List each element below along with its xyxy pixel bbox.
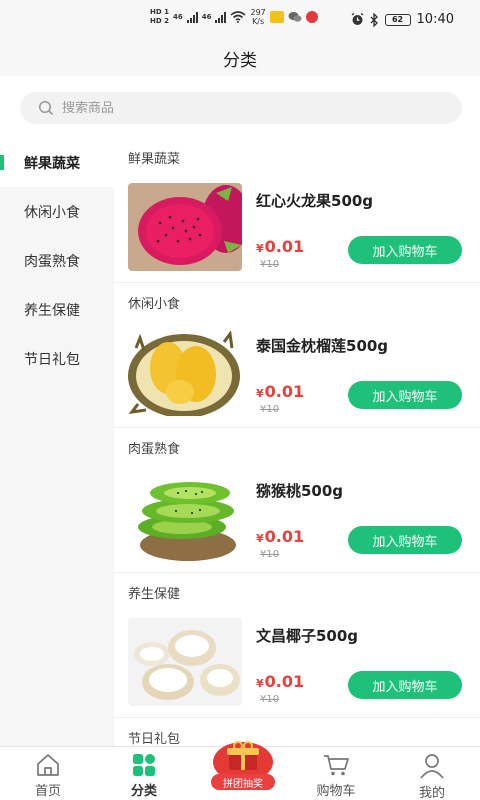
tab-label: 首页	[34, 784, 61, 799]
original-price: ¥10	[260, 549, 280, 560]
category-sidebar: 鲜果蔬菜 休闲小食 肉蛋熟食 养生保健 节日礼包	[0, 138, 114, 748]
price-value: 0.01	[264, 672, 305, 691]
speed-value: 297	[250, 8, 266, 17]
sidebar-item-meat-eggs[interactable]: 肉蛋熟食	[0, 236, 114, 285]
search-area	[0, 76, 480, 138]
hd-indicator: HD 1 HD 2	[150, 8, 169, 26]
nav-header: 分类	[0, 40, 480, 76]
original-price: ¥10	[260, 259, 280, 270]
product-card[interactable]: 猕猴桃500g ¥0.01 ¥10 加入购物车	[114, 466, 480, 573]
product-card[interactable]: 红心火龙果500g ¥0.01 ¥10 加入购物车	[114, 176, 480, 283]
sidebar-item-label: 养生保健	[24, 302, 80, 319]
tab-label: 购物车	[316, 784, 356, 799]
tab-home[interactable]: 首页	[0, 747, 96, 800]
sidebar-item-gift-packs[interactable]: 节日礼包	[0, 334, 114, 383]
product-image-dragon-fruit[interactable]	[128, 183, 242, 271]
product-price: ¥0.01	[256, 237, 304, 256]
add-to-cart-button[interactable]: 加入购物车	[348, 526, 462, 554]
app-notification-icon	[305, 11, 318, 23]
price-value: 0.01	[264, 527, 305, 546]
category-grid-icon	[133, 754, 155, 776]
add-to-cart-button[interactable]: 加入购物车	[348, 671, 462, 699]
sidebar-item-label: 休闲小食	[24, 204, 80, 221]
alarm-icon	[351, 13, 363, 25]
wifi-icon	[230, 11, 247, 23]
product-list: 鲜果蔬菜 红心火龙果500g ¥0.01 ¥10 加入购物车 休闲小食 泰国金枕…	[114, 138, 480, 748]
add-to-cart-button[interactable]: 加入购物车	[348, 381, 462, 409]
status-bar: HD 1 HD 2 46 46 297 K/s 62 10:40	[0, 0, 480, 40]
section-title: 鲜果蔬菜	[128, 151, 181, 167]
group-buy-lottery-button[interactable]: 拼团抽奖	[211, 738, 275, 792]
sidebar-item-snacks[interactable]: 休闲小食	[0, 187, 114, 236]
tab-category[interactable]: 分类	[96, 747, 192, 800]
signal-2-label: 46	[201, 13, 212, 21]
signal-icon	[186, 11, 198, 23]
search-input[interactable]	[62, 100, 422, 116]
hd1-label: HD 1	[150, 8, 169, 16]
sidebar-item-label: 肉蛋熟食	[24, 253, 80, 270]
currency-symbol: ¥	[256, 677, 264, 690]
section-title: 养生保健	[128, 586, 181, 602]
tab-label: 我的	[418, 786, 445, 800]
currency-symbol: ¥	[256, 242, 264, 255]
section-title: 肉蛋熟食	[128, 441, 181, 457]
section-title: 休闲小食	[128, 296, 181, 312]
currency-symbol: ¥	[256, 387, 264, 400]
product-price: ¥0.01	[256, 672, 304, 691]
price-value: 0.01	[264, 237, 305, 256]
tab-mine[interactable]: 我的	[384, 747, 480, 800]
product-name[interactable]: 文昌椰子500g	[256, 625, 358, 646]
status-left-icons: HD 1 HD 2 46 46 297 K/s	[150, 8, 318, 26]
original-price: ¥10	[260, 694, 280, 705]
home-icon	[37, 754, 59, 776]
price-value: 0.01	[264, 382, 305, 401]
product-card[interactable]: 文昌椰子500g ¥0.01 ¥10 加入购物车	[114, 611, 480, 718]
mail-app-icon	[269, 11, 284, 23]
sidebar-item-fresh-produce[interactable]: 鲜果蔬菜	[0, 138, 114, 187]
product-name[interactable]: 猕猴桃500g	[256, 480, 343, 501]
user-icon	[420, 754, 444, 779]
product-price: ¥0.01	[256, 382, 304, 401]
network-speed: 297 K/s	[250, 8, 265, 26]
clock: 10:40	[416, 12, 454, 27]
hd2-label: HD 2	[150, 17, 169, 25]
product-name[interactable]: 红心火龙果500g	[256, 190, 373, 211]
page-title: 分类	[223, 50, 257, 71]
section-title: 节日礼包	[128, 731, 181, 747]
battery-icon: 62	[384, 13, 411, 26]
product-card[interactable]: 泰国金枕榴莲500g ¥0.01 ¥10 加入购物车	[114, 321, 480, 428]
currency-symbol: ¥	[256, 532, 264, 545]
speed-unit: K/s	[252, 17, 265, 26]
add-to-cart-button[interactable]: 加入购物车	[348, 236, 462, 264]
wechat-icon	[287, 11, 302, 23]
product-name[interactable]: 泰国金枕榴莲500g	[256, 335, 388, 356]
sidebar-item-health[interactable]: 养生保健	[0, 285, 114, 334]
sidebar-item-label: 鲜果蔬菜	[24, 155, 80, 172]
product-image-kiwi[interactable]	[128, 473, 242, 561]
tab-cart[interactable]: 购物车	[288, 747, 384, 800]
product-price: ¥0.01	[256, 527, 304, 546]
product-image-coconut[interactable]	[128, 618, 242, 706]
search-bar[interactable]	[20, 92, 462, 124]
signal-icon	[215, 11, 227, 23]
cart-icon	[324, 755, 349, 776]
search-icon	[38, 100, 54, 116]
sidebar-item-label: 节日礼包	[24, 351, 80, 368]
status-right-icons: 62 10:40	[351, 12, 454, 27]
promo-label: 拼团抽奖	[211, 774, 275, 790]
bluetooth-icon	[370, 12, 378, 27]
product-image-durian[interactable]	[128, 328, 242, 416]
tab-label: 分类	[130, 784, 157, 799]
original-price: ¥10	[260, 404, 280, 415]
signal-1-label: 46	[172, 13, 183, 21]
